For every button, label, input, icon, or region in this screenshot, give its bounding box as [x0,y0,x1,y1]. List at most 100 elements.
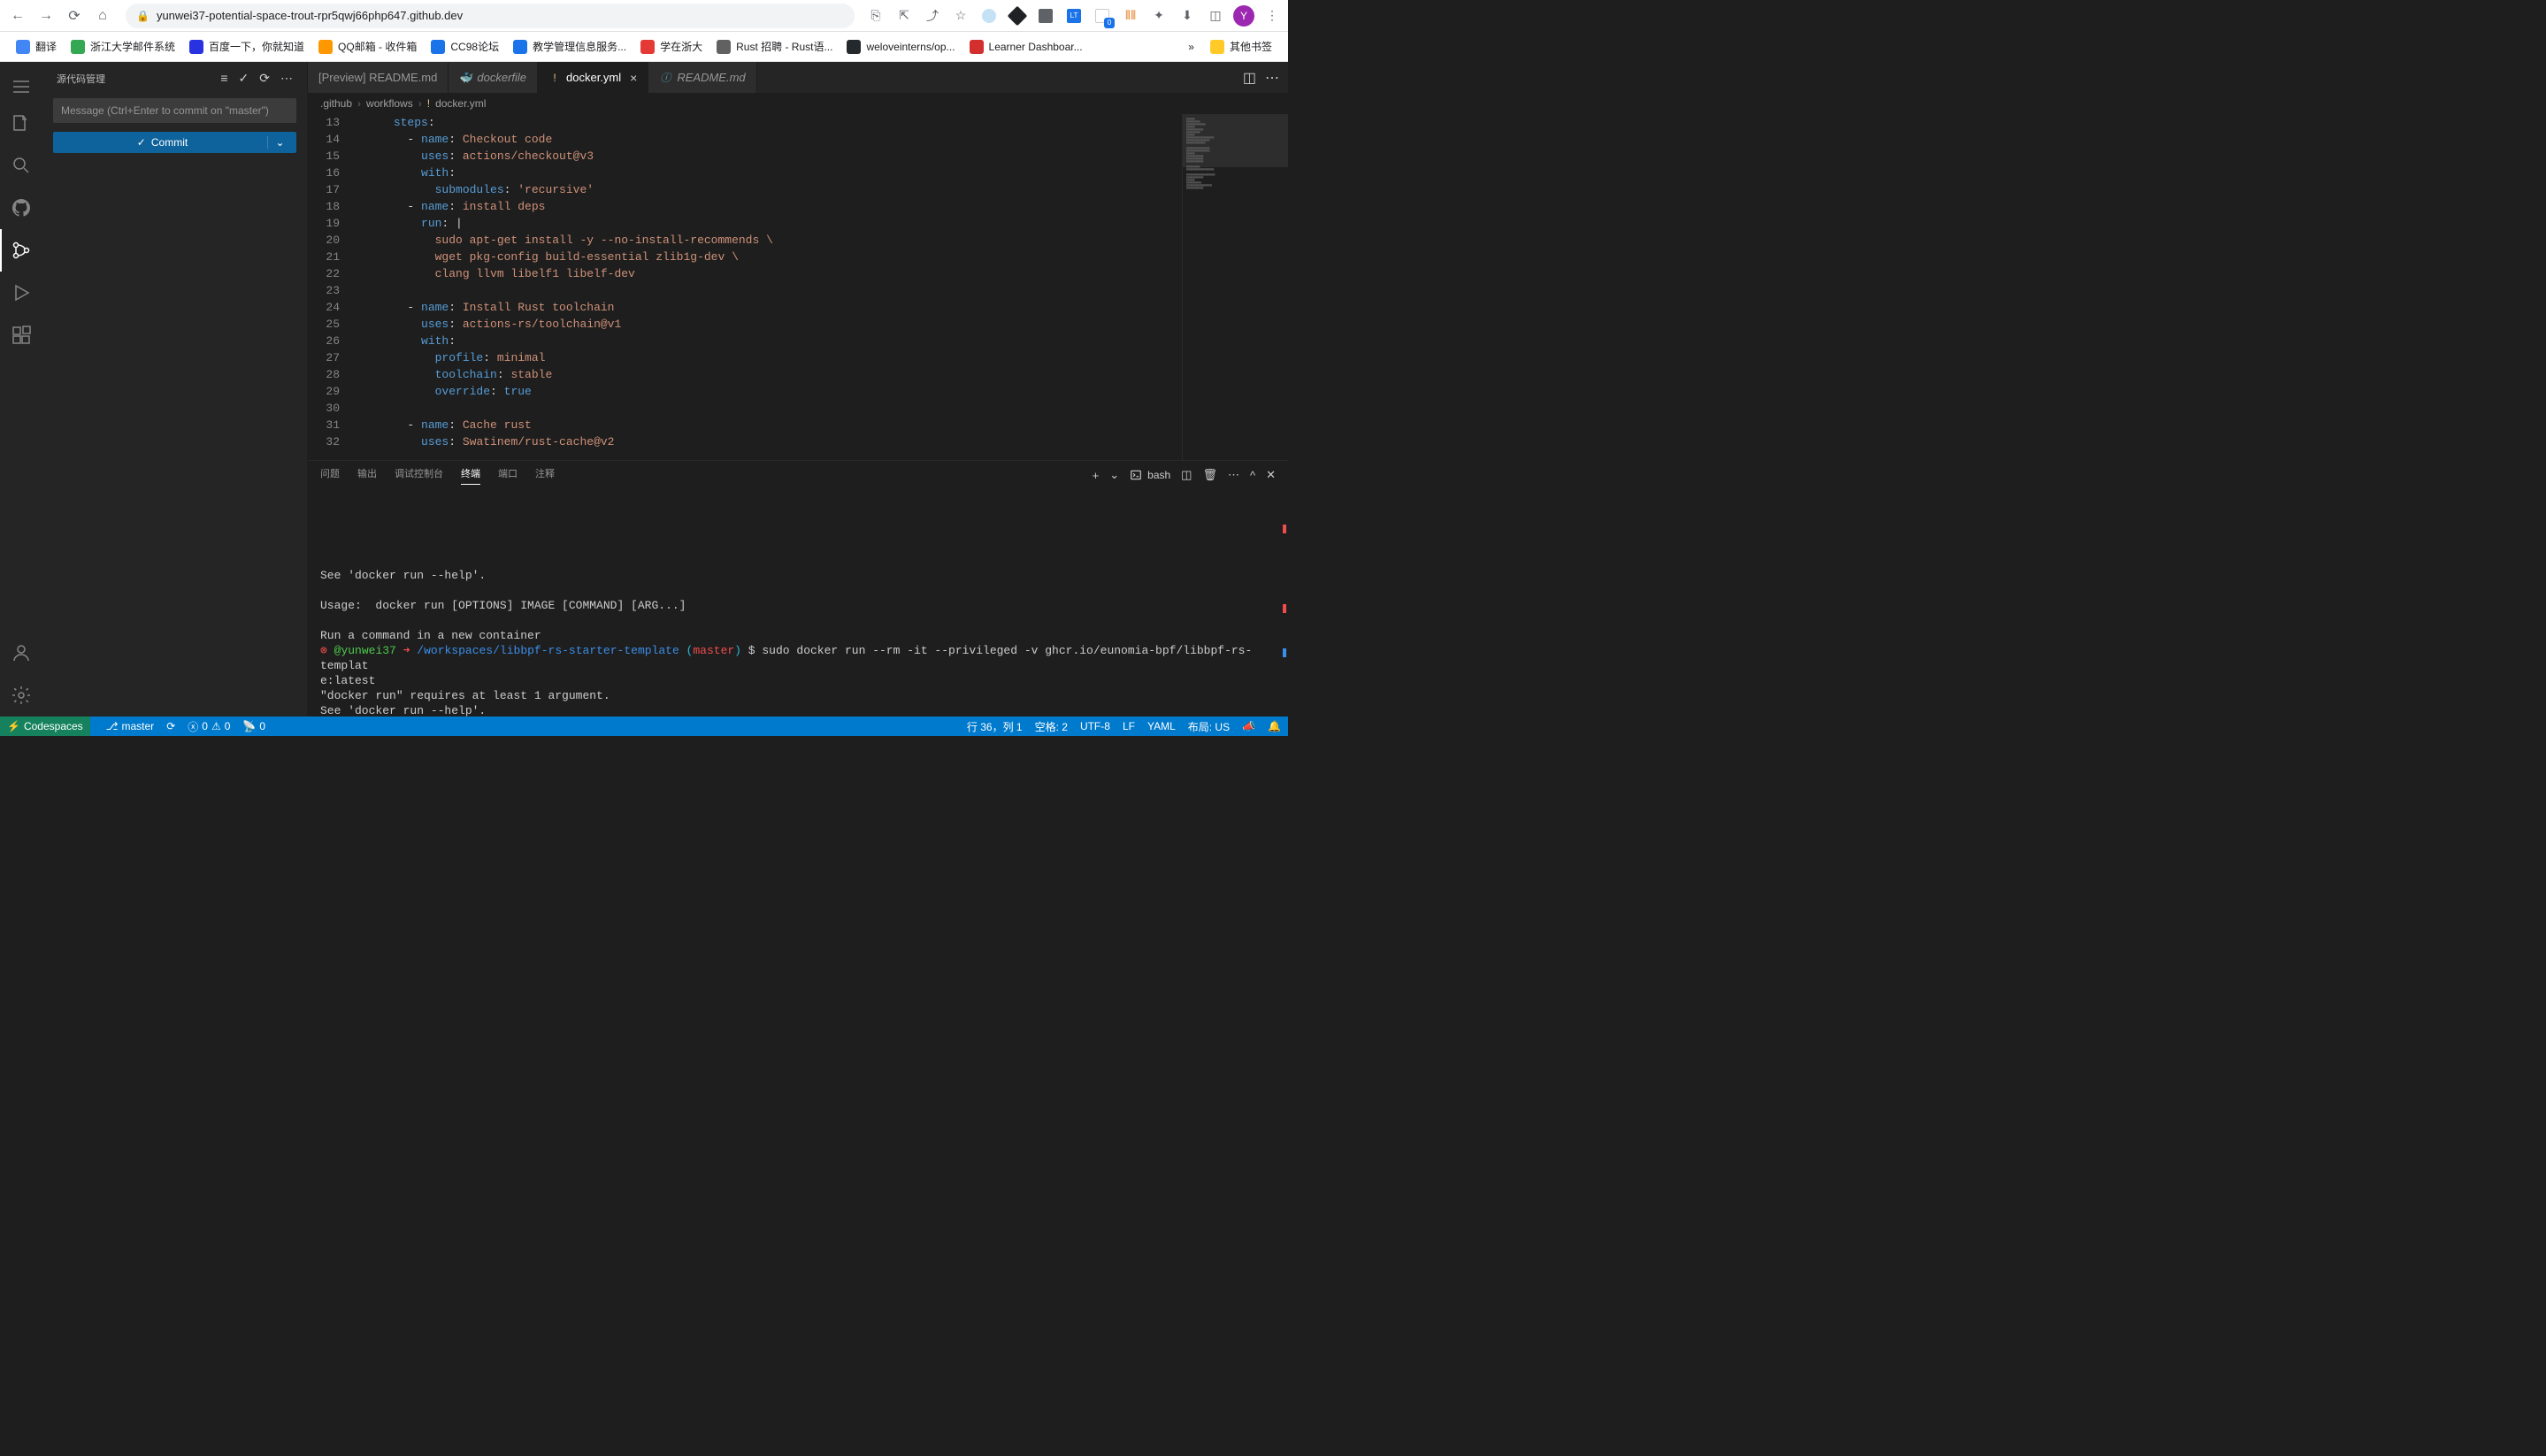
bookmark-overflow[interactable]: » [1183,37,1200,57]
bookmark-item[interactable]: weloveinterns/op... [840,35,962,57]
panel-tab[interactable]: 注释 [535,466,555,485]
editor-tab[interactable]: 🐳dockerfile [449,62,538,93]
breadcrumb-seg[interactable]: docker.yml [435,97,486,110]
minimap[interactable]: ████████████████████████████████████████… [1182,114,1288,460]
bookmark-item[interactable]: 浙江大学邮件系统 [64,35,182,57]
extensions-icon[interactable]: ✦ [1148,5,1169,27]
panel-tab[interactable]: 问题 [320,466,340,485]
maximize-panel-icon[interactable]: ^ [1250,469,1255,482]
code-editor[interactable]: 1314151617181920212223242526272829303132… [308,114,1288,460]
tab-label: dockerfile [477,71,526,84]
nav-home-button[interactable]: ⌂ [90,4,115,28]
scm-tab[interactable] [0,229,42,272]
panel-tab[interactable]: 端口 [498,466,518,485]
cursor-position[interactable]: 行 36，列 1 [967,719,1023,734]
profile-avatar[interactable]: Y [1233,5,1254,27]
ext3-icon[interactable] [1035,5,1056,27]
bookmark-item[interactable]: 翻译 [9,35,64,57]
bookmark-favicon [16,40,30,54]
new-terminal-button[interactable]: + [1093,469,1100,482]
breadcrumb-seg[interactable]: .github [320,97,352,110]
activity-bar [0,62,42,717]
codespaces-button[interactable]: ⚡ Codespaces [0,717,90,736]
terminal-dropdown-icon[interactable]: ⌄ [1109,468,1119,482]
code-content[interactable]: steps: - name: Checkout code uses: actio… [352,114,1182,460]
panel-tab[interactable]: 终端 [461,466,480,485]
commit-button[interactable]: ✓Commit ⌄ [53,132,296,153]
folder-icon [1210,40,1224,54]
editor-tab[interactable]: !docker.yml× [538,62,648,93]
layout-button[interactable]: 布局: US [1188,719,1230,734]
eol-button[interactable]: LF [1123,720,1135,732]
sidepanel-icon[interactable]: ◫ [1205,5,1226,27]
breadcrumb[interactable]: .github › workflows › ! docker.yml [308,93,1288,114]
editor-tab[interactable]: [Preview] README.md [308,62,449,93]
close-tab-icon[interactable]: × [630,71,637,85]
bookmark-item[interactable]: Rust 招聘 - Rust语... [709,35,840,57]
kill-terminal-icon[interactable]: 🗑 [1202,468,1217,482]
sync-button[interactable]: ⟳ [166,720,175,732]
terminal-shell-label[interactable]: bash [1130,469,1170,481]
extensions-tab[interactable] [0,314,42,356]
chrome-menu-icon[interactable]: ⋮ [1261,5,1283,27]
share-icon[interactable]: ⤴ [922,5,943,27]
debug-tab[interactable] [0,272,42,314]
ext5-icon[interactable] [1092,5,1113,27]
github-tab[interactable] [0,187,42,229]
nav-forward-button[interactable]: → [34,4,58,28]
search-tab[interactable] [0,144,42,187]
bookmark-item[interactable]: 教学管理信息服务... [506,35,633,57]
editor-tab[interactable]: ⓘREADME.md [648,62,756,93]
problems-button[interactable]: ⓧ0 ⚠0 [188,719,230,734]
view-as-tree-icon[interactable]: ≡ [220,71,227,86]
split-terminal-icon[interactable]: ◫ [1181,468,1192,482]
commit-dropdown-button[interactable]: ⌄ [267,136,292,149]
panel-tab[interactable]: 调试控制台 [395,466,443,485]
settings-button[interactable] [0,674,42,717]
bookmark-item[interactable]: 学在浙大 [633,35,709,57]
branch-button[interactable]: ⎇ master [106,720,155,732]
panel-tab-bar: 问题输出调试控制台终端端口注释 + ⌄ bash ◫ 🗑 ⋯ ^ ✕ [308,461,1288,489]
open-new-icon[interactable]: ⇱ [893,5,915,27]
ports-button[interactable]: 📡0 [242,720,265,732]
tab-label: README.md [677,71,745,84]
terminal-output[interactable]: See 'docker run --help'. Usage: docker r… [308,489,1288,717]
explorer-tab[interactable] [0,102,42,144]
more-actions-icon[interactable]: ⋯ [280,71,293,86]
url-bar[interactable]: 🔒 yunwei37-potential-space-trout-rpr5qwj… [126,4,855,28]
other-bookmarks-button[interactable]: 其他书签 [1203,35,1279,57]
downloads-icon[interactable]: ⬇ [1177,5,1198,27]
ext4-icon[interactable]: LT [1063,5,1085,27]
ext6-icon[interactable]: ⦀⦀ [1120,5,1141,27]
radio-icon: 📡 [242,720,256,732]
refresh-icon[interactable]: ⟳ [259,71,270,86]
feedback-icon: 📣 [1242,720,1255,732]
encoding-button[interactable]: UTF-8 [1080,720,1110,732]
editor-more-icon[interactable]: ⋯ [1265,69,1279,87]
bookmark-item[interactable]: Learner Dashboar... [962,35,1090,57]
bookmark-favicon [640,40,655,54]
accounts-button[interactable] [0,632,42,674]
notifications-button[interactable]: 🔔 [1268,720,1281,732]
bookmark-item[interactable]: 百度一下，你就知道 [182,35,311,57]
install-pwa-icon[interactable]: ⎘ [865,5,886,27]
split-editor-icon[interactable]: ◫ [1243,69,1256,87]
panel-more-icon[interactable]: ⋯ [1228,468,1239,482]
bookmark-item[interactable]: CC98论坛 [424,35,506,57]
language-button[interactable]: YAML [1147,720,1176,732]
ext1-icon[interactable] [978,5,1000,27]
ext2-icon[interactable] [1007,5,1028,27]
nav-back-button[interactable]: ← [5,4,30,28]
star-icon[interactable]: ☆ [950,5,971,27]
nav-reload-button[interactable]: ⟳ [62,4,87,28]
panel-tab[interactable]: 输出 [357,466,377,485]
indentation-button[interactable]: 空格: 2 [1035,719,1068,734]
commit-check-icon[interactable]: ✓ [239,71,249,86]
bookmark-item[interactable]: QQ邮箱 - 收件箱 [311,35,424,57]
commit-message-input[interactable]: Message (Ctrl+Enter to commit on "master… [53,98,296,123]
breadcrumb-seg[interactable]: workflows [366,97,413,110]
close-panel-icon[interactable]: ✕ [1266,468,1276,482]
menu-button[interactable] [0,71,42,102]
feedback-button[interactable]: 📣 [1242,720,1255,732]
bookmark-favicon [318,40,333,54]
